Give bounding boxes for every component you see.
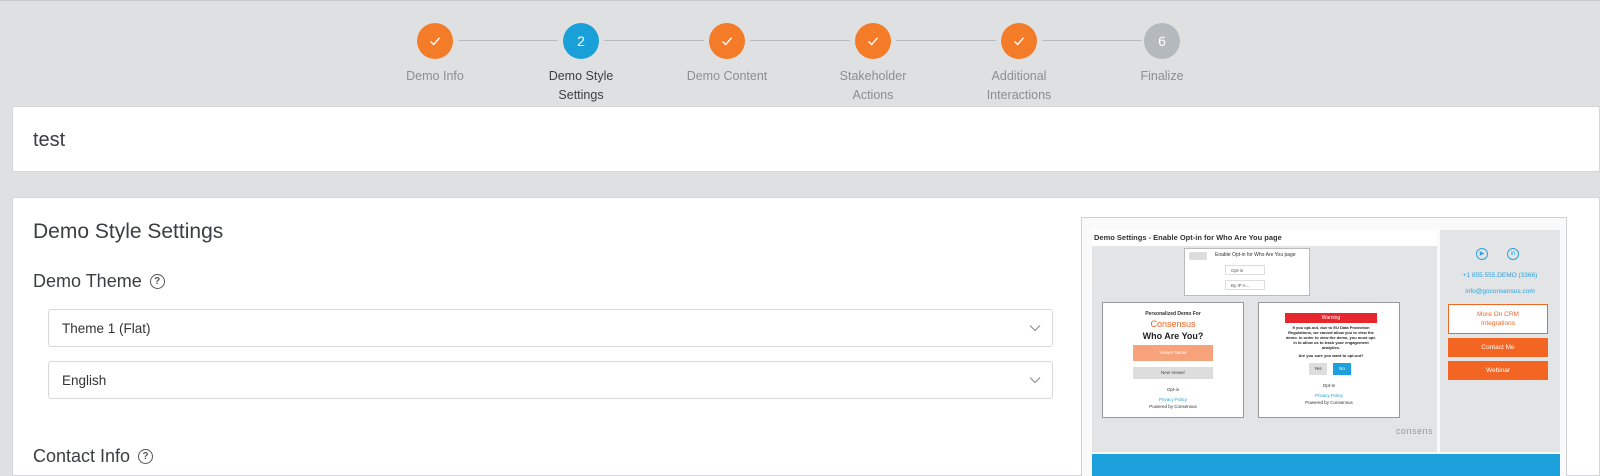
chevron-down-icon xyxy=(1029,377,1041,384)
linkedin-icon: in xyxy=(1507,248,1519,260)
step-connector xyxy=(458,40,558,41)
preview-select: Opt-in xyxy=(1225,265,1265,275)
preview-footer-bar xyxy=(1092,454,1560,476)
progress-stepper: Demo Info 2 Demo Style Settings Demo Con… xyxy=(0,0,1600,104)
check-icon xyxy=(417,23,453,59)
contact-info-label: Contact Info xyxy=(33,446,131,466)
check-icon xyxy=(1001,23,1037,59)
preview-contact-sidebar: ▶ in +1 855.555.DEMO (3366) info@goconse… xyxy=(1440,230,1560,452)
step-label: Stakeholder xyxy=(839,69,907,83)
demo-theme-label: Demo Theme xyxy=(33,271,142,291)
preview-optin-settings: Enable Opt-in for Who Are You page Opt-i… xyxy=(1184,248,1310,296)
step-connector xyxy=(896,40,996,41)
step-label: Finalize xyxy=(1140,69,1184,83)
section-heading: Demo Style Settings xyxy=(33,220,224,243)
contact-info-heading: Contact Info ? xyxy=(33,446,154,467)
check-icon xyxy=(709,23,745,59)
preview-demo-area: Demo Settings - Enable Opt-in for Who Ar… xyxy=(1092,230,1437,452)
demo-theme-heading: Demo Theme ? xyxy=(33,271,165,292)
step-label: Additional xyxy=(991,69,1047,83)
step-number: 2 xyxy=(563,23,599,59)
style-settings-card: Demo Style Settings Demo Theme ? Theme 1… xyxy=(12,197,1600,476)
language-select-value: English xyxy=(62,373,107,388)
theme-select[interactable]: Theme 1 (Flat) xyxy=(48,309,1053,347)
play-icon: ▶ xyxy=(1476,248,1488,260)
style-preview-image: Demo Settings - Enable Opt-in for Who Ar… xyxy=(1081,217,1567,476)
step-label: Interactions xyxy=(986,88,1052,102)
language-select[interactable]: English xyxy=(48,361,1053,399)
step-connector xyxy=(1042,40,1142,41)
help-icon[interactable]: ? xyxy=(149,274,165,289)
preview-email: info@goconsensus.com xyxy=(1465,288,1535,295)
demo-name-card[interactable]: test xyxy=(12,106,1600,172)
check-icon xyxy=(855,23,891,59)
preview-webinar-button: Webinar xyxy=(1448,361,1548,380)
demo-name: test xyxy=(33,129,66,151)
chevron-down-icon xyxy=(1029,325,1041,332)
preview-select: By IP A... xyxy=(1225,280,1265,290)
preview-more-crm-button: More On CRM Integrations xyxy=(1448,304,1548,334)
step-label: Settings xyxy=(558,88,604,102)
preview-warning-panel: Warning If you opt-out, due to EU Data P… xyxy=(1258,302,1400,418)
step-connector xyxy=(750,40,850,41)
help-icon[interactable]: ? xyxy=(138,449,154,464)
preview-who-are-you-panel: Personalized Demo For Consensus Who Are … xyxy=(1102,302,1244,418)
preview-phone: +1 855.555.DEMO (3366) xyxy=(1462,272,1538,279)
step-label: Actions xyxy=(852,88,894,102)
step-number: 6 xyxy=(1144,23,1180,59)
toggle-switch xyxy=(1189,252,1207,260)
step-connector xyxy=(604,40,704,41)
step-label: Demo Style xyxy=(548,69,614,83)
preview-contact-me-button: Contact Me xyxy=(1448,338,1548,357)
step-label: Demo Info xyxy=(406,69,464,83)
preview-optin-text: Enable Opt-in for Who Are You page xyxy=(1215,252,1296,258)
preview-title: Demo Settings - Enable Opt-in for Who Ar… xyxy=(1094,233,1282,242)
step-label: Demo Content xyxy=(686,69,768,83)
preview-watermark: consens xyxy=(1395,426,1433,436)
theme-select-value: Theme 1 (Flat) xyxy=(62,321,151,336)
